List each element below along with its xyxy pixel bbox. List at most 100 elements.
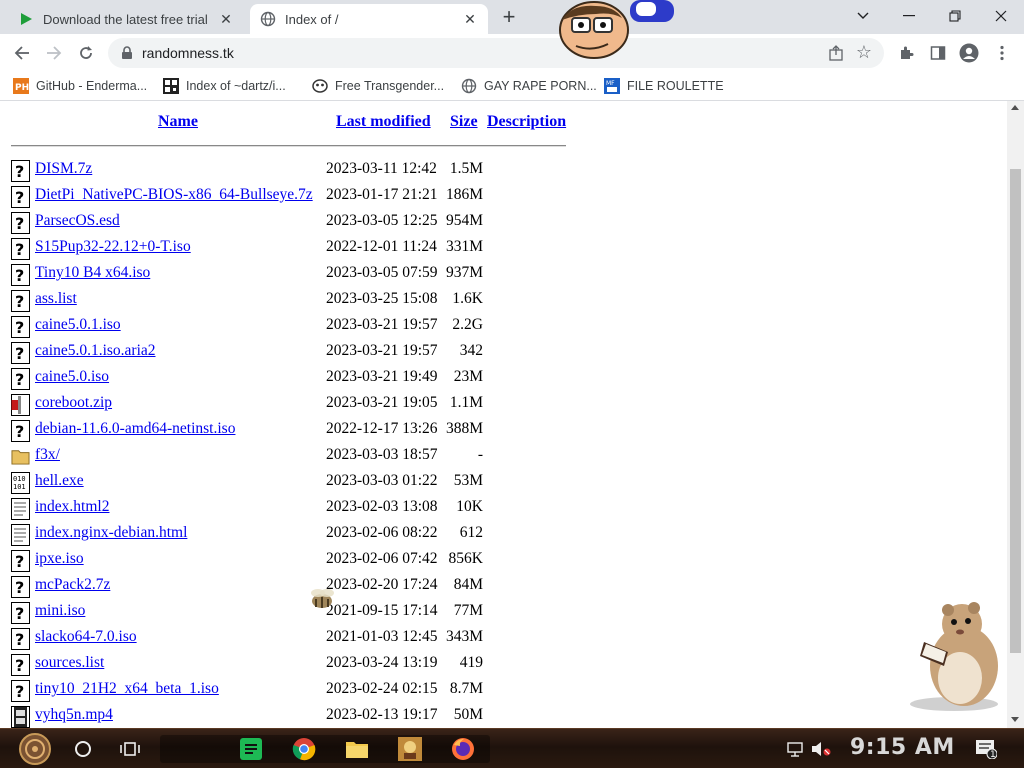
svg-text:?: ? [15,266,24,285]
bookmark-globe-site[interactable]: GAY RAPE PORN... [461,77,597,95]
table-row: index.nginx-debian.html 2023-02-06 08:22 6… [0,521,600,547]
file-link[interactable]: caine5.0.iso [35,368,109,386]
bookmark-file-roulette[interactable]: MF FILE ROULETTE [604,77,724,95]
extensions-icon[interactable] [895,42,917,64]
unknown-file-icon: ? [11,160,30,182]
file-link[interactable]: mini.iso [35,602,85,620]
volume-muted-icon[interactable] [810,733,832,765]
file-link[interactable]: DISM.7z [35,160,92,178]
file-link[interactable]: tiny10_21H2_x64_beta_1.iso [35,680,219,698]
file-link[interactable]: DietPi_NativePC-BIOS-x86_64-Bullseye.7z [35,186,313,204]
column-name-header[interactable]: Name [158,113,198,131]
size-cell: 954M [445,212,483,229]
table-row: ? caine5.0.1.iso.aria2 2023-03-21 19:57 342 [0,339,600,365]
table-row: ? sources.list 2023-03-24 13:19 419 [0,651,600,677]
file-link[interactable]: hell.exe [35,472,84,490]
tab-title: Index of / [285,11,339,27]
task-view-icon[interactable] [114,733,146,765]
compressed-file-icon [11,394,30,416]
table-row: ? DISM.7z 2023-03-11 12:42 1.5M [0,157,600,183]
file-link[interactable]: ParsecOS.esd [35,212,120,230]
side-panel-icon[interactable] [927,42,949,64]
unknown-file-icon: ? [11,238,30,260]
menu-kebab-icon[interactable] [991,42,1013,64]
reload-button[interactable] [75,42,97,64]
size-cell: 342 [459,342,483,359]
last-modified-cell: 2022-12-17 13:26 [326,420,438,437]
file-link[interactable]: ipxe.iso [35,550,84,568]
notes-icon[interactable] [235,733,267,765]
file-link[interactable]: index.nginx-debian.html [35,524,187,542]
file-link[interactable]: debian-11.6.0-amd64-netinst.iso [35,420,235,438]
vertical-scrollbar[interactable] [1007,101,1024,728]
column-size-header[interactable]: Size [450,113,478,131]
taskbar-app-area [160,735,490,763]
tab-index[interactable]: Index of / ✕ [250,4,488,34]
search-circle-icon[interactable] [67,733,99,765]
chrome-icon[interactable] [288,733,320,765]
column-description-header[interactable]: Description [487,113,566,131]
restore-button[interactable] [932,0,978,32]
url-text[interactable]: randomness.tk [142,45,234,61]
notification-center-icon[interactable]: 1 [970,733,1002,765]
table-row: ? ipxe.iso 2023-02-06 07:42 856K [0,547,600,573]
size-cell: - [477,446,483,463]
firefox-icon[interactable] [447,733,479,765]
back-button[interactable] [11,42,33,64]
bookmark-index-dartz[interactable]: Index of ~dartz/i... [163,77,286,95]
forward-button[interactable] [43,42,65,64]
close-window-button[interactable] [978,0,1024,32]
network-icon[interactable] [786,733,806,765]
tab-download[interactable]: Download the latest free trial ✕ [8,4,244,34]
text-file-icon [11,498,30,520]
last-modified-cell: 2023-03-11 12:42 [326,160,437,177]
file-link[interactable]: S15Pup32-22.12+0-T.iso [35,238,191,256]
last-modified-cell: 2023-03-05 12:25 [326,212,438,229]
address-bar[interactable]: randomness.tk ☆ [108,38,884,68]
close-tab-icon[interactable]: ✕ [218,11,234,27]
size-cell: 53M [453,472,483,489]
bookmark-free-transgender[interactable]: Free Transgender... [312,77,444,95]
hamster-pet-image [910,602,998,711]
bookmark-github[interactable]: PH GitHub - Enderma... [13,77,147,95]
size-cell: 50M [453,706,483,723]
start-icon[interactable] [16,733,54,765]
tab-search-icon[interactable] [840,0,886,32]
file-link[interactable]: slacko64-7.0.iso [35,628,137,646]
svg-text:?: ? [15,630,24,649]
size-cell: 419 [459,654,483,671]
last-modified-cell: 2023-02-20 17:24 [326,576,438,593]
file-link[interactable]: caine5.0.1.iso.aria2 [35,342,156,360]
size-cell: 10K [456,498,483,515]
bookmark-star-icon[interactable]: ☆ [856,42,872,63]
file-explorer-icon[interactable] [341,733,373,765]
file-link[interactable]: coreboot.zip [35,394,112,412]
scroll-up-arrow-icon[interactable] [1011,105,1019,110]
game-icon[interactable] [394,733,426,765]
profile-avatar-icon[interactable] [958,42,980,64]
file-link[interactable]: sources.list [35,654,104,672]
minimize-button[interactable] [886,0,932,32]
file-link[interactable]: mcPack2.7z [35,576,110,594]
text-file-icon [11,524,30,546]
share-icon[interactable] [828,45,844,61]
cartoon-face-sticker [559,0,674,59]
file-link[interactable]: Tiny10 B4 x64.iso [35,264,150,282]
lock-icon[interactable] [120,46,134,60]
clock[interactable]: 9:15 AM [850,735,955,760]
scrollbar-thumb[interactable] [1010,169,1021,653]
file-link[interactable]: f3x/ [35,446,60,464]
file-link[interactable]: index.html2 [35,498,109,516]
scroll-down-arrow-icon[interactable] [1011,717,1019,722]
close-tab-icon[interactable]: ✕ [462,11,478,27]
file-link[interactable]: ass.list [35,290,77,308]
size-cell: 84M [453,576,483,593]
taskbar: 9:15 AM 1 [0,728,1024,768]
size-cell: 8.7M [449,680,483,697]
new-tab-button[interactable]: + [498,6,520,28]
file-link[interactable]: vyhq5n.mp4 [35,706,113,724]
column-modified-header[interactable]: Last modified [336,113,431,131]
file-link[interactable]: caine5.0.1.iso [35,316,121,334]
unknown-file-icon: ? [11,290,30,312]
table-row: index.html2 2023-02-03 13:08 10K [0,495,600,521]
